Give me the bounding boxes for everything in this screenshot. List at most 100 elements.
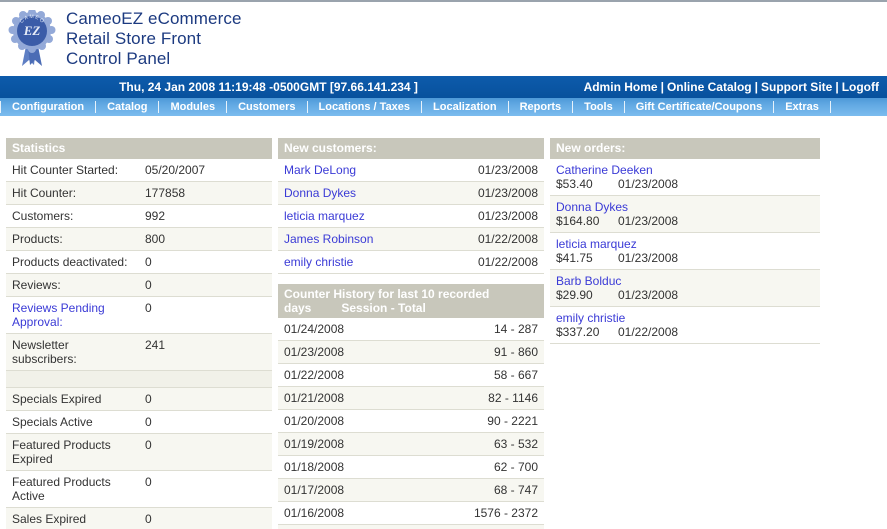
order-date: 01/23/2008 bbox=[618, 288, 679, 302]
history-value: 82 - 1146 bbox=[411, 386, 544, 410]
stat-label: Products deactivated: bbox=[6, 250, 139, 274]
counter-history-title-line1: Counter History for last 10 recorded bbox=[284, 287, 490, 301]
list-item: Donna Dykes 01/23/2008 bbox=[278, 181, 544, 205]
stat-label-link-reviews-pending[interactable]: Reviews Pending Approval: bbox=[6, 296, 139, 334]
history-value: 58 - 667 bbox=[411, 363, 544, 387]
list-item: leticia marquez $41.75 01/23/2008 bbox=[550, 232, 820, 270]
dashboard-content: Statistics Hit Counter Started: 05/20/200… bbox=[0, 116, 887, 529]
table-row: Featured Products Expired 0 bbox=[6, 433, 272, 471]
brand-line-3: Control Panel bbox=[66, 49, 171, 68]
order-customer-link[interactable]: leticia marquez bbox=[556, 237, 814, 251]
menu-item-catalog[interactable]: Catalog bbox=[96, 101, 158, 113]
menu-divider-5 bbox=[421, 101, 423, 113]
stat-value: 0 bbox=[139, 387, 272, 411]
menu-divider-1 bbox=[95, 101, 97, 113]
list-item: James Robinson 01/22/2008 bbox=[278, 227, 544, 251]
menu-item-gift-certificate-coupons[interactable]: Gift Certificate/Coupons bbox=[625, 101, 774, 113]
link-admin-home[interactable]: Admin Home bbox=[584, 80, 658, 94]
history-date: 01/15/2008 bbox=[278, 524, 411, 529]
stat-value: 0 bbox=[139, 470, 272, 508]
table-row: Hit Counter Started: 05/20/2007 bbox=[6, 159, 272, 182]
stat-label: Specials Active bbox=[6, 410, 139, 434]
stat-label: Newsletter subscribers: bbox=[6, 333, 139, 371]
stat-label: Hit Counter Started: bbox=[6, 159, 139, 182]
table-row: 01/17/2008 68 - 747 bbox=[278, 478, 544, 502]
datebar: Thu, 24 Jan 2008 11:19:48 -0500GMT [97.6… bbox=[0, 76, 887, 98]
customer-name-link[interactable]: Donna Dykes bbox=[284, 186, 356, 200]
history-date: 01/19/2008 bbox=[278, 432, 411, 456]
menu-divider-9 bbox=[773, 101, 775, 113]
order-customer-link[interactable]: Catherine Deeken bbox=[556, 163, 814, 177]
table-row: Specials Expired 0 bbox=[6, 387, 272, 411]
customer-date: 01/23/2008 bbox=[411, 181, 544, 205]
stat-label: Customers: bbox=[6, 204, 139, 228]
history-value: 90 - 2221 bbox=[411, 409, 544, 433]
menu-item-localization[interactable]: Localization bbox=[422, 101, 508, 113]
menu-item-locations-taxes[interactable]: Locations / Taxes bbox=[308, 101, 422, 113]
menu-item-extras[interactable]: Extras bbox=[774, 101, 830, 113]
menu-divider-6 bbox=[507, 101, 509, 113]
history-date: 01/21/2008 bbox=[278, 386, 411, 410]
table-row: Customers: 992 bbox=[6, 204, 272, 228]
menu-item-tools[interactable]: Tools bbox=[573, 101, 624, 113]
column-left: Statistics Hit Counter Started: 05/20/200… bbox=[6, 138, 272, 529]
order-meta: $164.80 01/23/2008 bbox=[556, 214, 814, 228]
menu-divider-3 bbox=[226, 101, 228, 113]
table-row: Reviews Pending Approval: 0 bbox=[6, 296, 272, 334]
table-row: Sales Expired 0 bbox=[6, 507, 272, 529]
stat-value: 0 bbox=[139, 296, 272, 334]
link-support-site[interactable]: Support Site bbox=[761, 80, 832, 94]
stat-label: Featured Products Expired bbox=[6, 433, 139, 471]
customer-date: 01/23/2008 bbox=[411, 159, 544, 182]
order-customer-link[interactable]: emily christie bbox=[556, 311, 814, 325]
main-menubar: Configuration Catalog Modules Customers … bbox=[0, 98, 887, 116]
order-date: 01/23/2008 bbox=[618, 251, 679, 265]
customer-name-link[interactable]: James Robinson bbox=[284, 232, 373, 246]
order-amount: $53.40 bbox=[556, 177, 593, 191]
order-date: 01/22/2008 bbox=[618, 325, 679, 339]
link-logoff[interactable]: Logoff bbox=[842, 80, 879, 94]
list-item: leticia marquez 01/23/2008 bbox=[278, 204, 544, 228]
statistics-table: Hit Counter Started: 05/20/2007 Hit Count… bbox=[6, 159, 272, 529]
statistics-panel-header: Statistics bbox=[6, 138, 272, 159]
history-value: 63 - 532 bbox=[411, 432, 544, 456]
history-value: 62 - 700 bbox=[411, 455, 544, 479]
order-customer-link[interactable]: Donna Dykes bbox=[556, 200, 814, 214]
stat-label: Hit Counter: bbox=[6, 181, 139, 205]
customer-date: 01/22/2008 bbox=[411, 250, 544, 274]
customer-name-link[interactable]: emily christie bbox=[284, 255, 353, 269]
stat-label: Specials Expired bbox=[6, 387, 139, 411]
admin-control-panel-page: EZ CAMEO CameoEZ eCommerce Retail Store … bbox=[0, 0, 887, 529]
menu-item-customers[interactable]: Customers bbox=[227, 101, 306, 113]
menu-divider-4 bbox=[306, 101, 308, 113]
column-right: New orders: Catherine Deeken $53.40 01/23… bbox=[550, 138, 820, 354]
order-amount: $29.90 bbox=[556, 288, 593, 302]
table-row: Products: 800 bbox=[6, 227, 272, 251]
menu-divider-0 bbox=[0, 101, 1, 113]
cameoez-logo: EZ CAMEO bbox=[8, 10, 56, 68]
link-online-catalog[interactable]: Online Catalog bbox=[667, 80, 752, 94]
history-value: 91 - 860 bbox=[411, 340, 544, 364]
customer-name-link[interactable]: Mark DeLong bbox=[284, 163, 356, 177]
menu-item-modules[interactable]: Modules bbox=[159, 101, 226, 113]
menu-item-configuration[interactable]: Configuration bbox=[1, 101, 95, 113]
customer-name-link[interactable]: leticia marquez bbox=[284, 209, 365, 223]
stat-value: 05/20/2007 bbox=[139, 159, 272, 182]
history-date: 01/18/2008 bbox=[278, 455, 411, 479]
order-customer-link[interactable]: Barb Bolduc bbox=[556, 274, 814, 288]
table-row: 01/23/2008 91 - 860 bbox=[278, 340, 544, 364]
history-date: 01/23/2008 bbox=[278, 340, 411, 364]
brand-line-1: CameoEZ eCommerce bbox=[66, 9, 242, 28]
table-spacer-row bbox=[6, 370, 272, 388]
stat-value: 992 bbox=[139, 204, 272, 228]
menu-item-reports[interactable]: Reports bbox=[509, 101, 573, 113]
history-date: 01/24/2008 bbox=[278, 318, 411, 341]
table-row: Featured Products Active 0 bbox=[6, 470, 272, 508]
stat-value: 0 bbox=[139, 433, 272, 471]
new-customers-panel: New customers: Mark DeLong 01/23/2008 Don… bbox=[278, 138, 544, 274]
order-amount: $164.80 bbox=[556, 214, 600, 228]
masthead: EZ CAMEO CameoEZ eCommerce Retail Store … bbox=[0, 2, 887, 76]
brand-title: CameoEZ eCommerce Retail Store Front Con… bbox=[66, 9, 242, 69]
customer-date: 01/23/2008 bbox=[411, 204, 544, 228]
stat-value: 0 bbox=[139, 250, 272, 274]
